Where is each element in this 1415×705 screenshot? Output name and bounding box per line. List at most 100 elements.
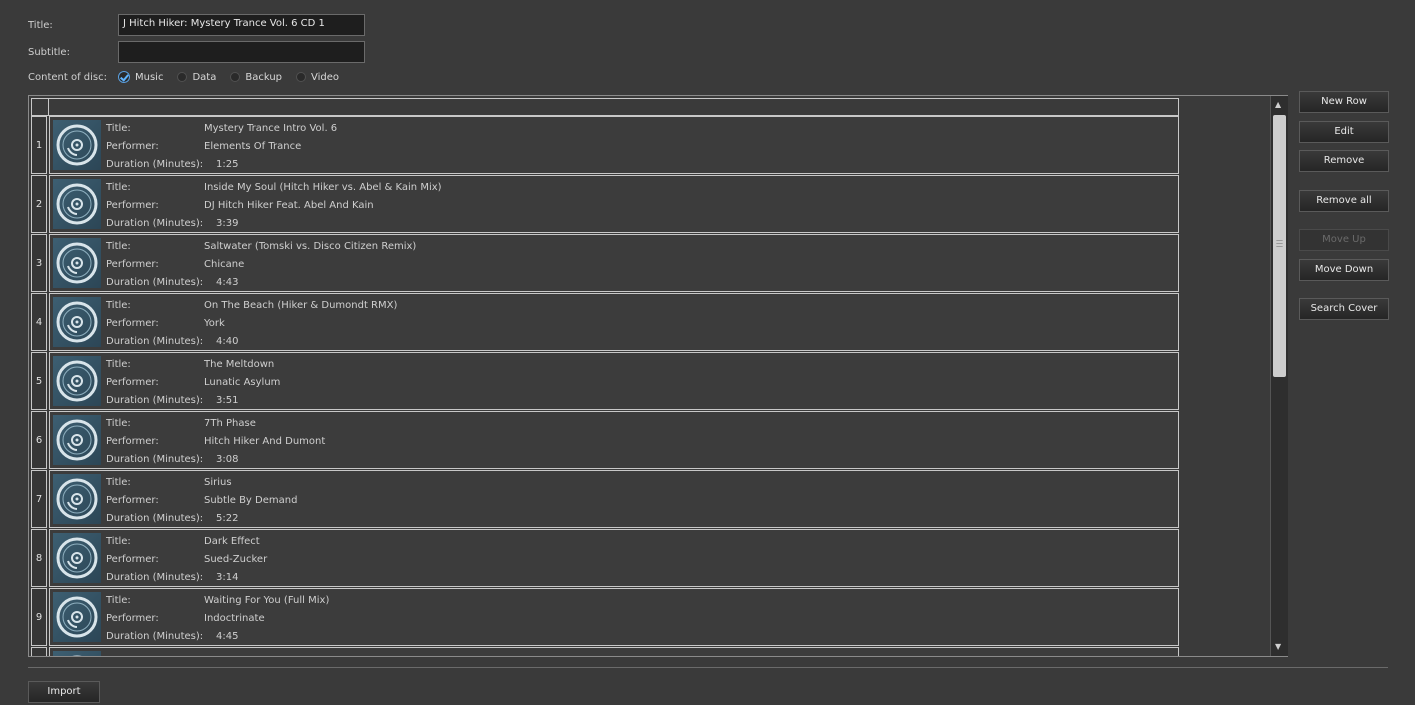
cd-disc-icon <box>53 297 101 347</box>
row-number: 9 <box>31 588 47 646</box>
cd-disc-icon <box>53 474 101 524</box>
track-cell[interactable]: Title: Performer: Duration (Minutes): On Th… <box>49 293 1179 351</box>
subtitle-label: Subtitle: <box>28 47 70 58</box>
subtitle-input[interactable] <box>118 41 365 63</box>
table-row[interactable]: 9 Title: Performer: Duration (Minutes): Wait… <box>31 588 1179 647</box>
move-up-button[interactable]: Move Up <box>1299 229 1389 251</box>
content-of-disc-label: Content of disc: <box>28 72 107 83</box>
track-title: Inside My Soul (Hitch Hiker vs. Abel & K… <box>204 182 442 193</box>
track-title-label: Title: <box>106 359 131 370</box>
track-title-label: Title: <box>106 418 131 429</box>
track-cell[interactable]: Title: Performer: Duration (Minutes): Dark … <box>49 529 1179 587</box>
track-cell[interactable]: Title: Performer: Duration (Minutes): The M… <box>49 352 1179 410</box>
table-row[interactable]: 3 Title: Performer: Duration (Minutes): Salt… <box>31 234 1179 293</box>
row-number: 4 <box>31 293 47 351</box>
remove-button[interactable]: Remove <box>1299 150 1389 172</box>
content-type-radio-group: Music Data Backup Video <box>118 71 339 83</box>
track-cell[interactable] <box>49 647 1179 656</box>
track-list: 1 Title: Performer: Duration (Minutes): Myst… <box>31 116 1179 656</box>
track-cell[interactable]: Title: Performer: Duration (Minutes): Saltw… <box>49 234 1179 292</box>
track-performer: Subtle By Demand <box>204 495 298 506</box>
unchecked-radio-icon <box>177 72 188 82</box>
radio-music[interactable]: Music <box>118 71 163 83</box>
track-duration-label: Duration (Minutes): <box>106 395 204 406</box>
search-cover-button[interactable]: Search Cover <box>1299 298 1389 320</box>
cd-disc-icon <box>53 651 101 656</box>
checked-radio-icon <box>118 71 130 83</box>
table-row[interactable]: 1 Title: Performer: Duration (Minutes): Myst… <box>31 116 1179 175</box>
table-row[interactable]: 7 Title: Performer: Duration (Minutes): Siri… <box>31 470 1179 529</box>
edit-button[interactable]: Edit <box>1299 121 1389 143</box>
scrollbar-thumb[interactable]: — — — <box>1273 115 1286 377</box>
title-input[interactable]: J Hitch Hiker: Mystery Trance Vol. 6 CD … <box>118 14 365 36</box>
row-number: 3 <box>31 234 47 292</box>
remove-all-button[interactable]: Remove all <box>1299 190 1389 212</box>
row-number: 5 <box>31 352 47 410</box>
track-duration: 3:14 <box>216 572 239 583</box>
table-row[interactable]: 5 Title: Performer: Duration (Minutes): The … <box>31 352 1179 411</box>
radio-backup-label: Backup <box>245 71 282 83</box>
scroll-down-arrow-icon[interactable]: ▼ <box>1275 642 1281 651</box>
track-performer-label: Performer: <box>106 436 159 447</box>
track-duration-label: Duration (Minutes): <box>106 454 204 465</box>
move-down-button[interactable]: Move Down <box>1299 259 1389 281</box>
track-title-label: Title: <box>106 182 131 193</box>
radio-video-label: Video <box>311 71 340 83</box>
track-title: 7Th Phase <box>204 418 256 429</box>
track-cell[interactable]: Title: Performer: Duration (Minutes): 7Th P… <box>49 411 1179 469</box>
track-duration: 3:39 <box>216 218 239 229</box>
track-table-scrollbar[interactable]: ▲ — — — ▼ <box>1270 96 1288 656</box>
track-duration-label: Duration (Minutes): <box>106 572 204 583</box>
table-row[interactable]: 2 Title: Performer: Duration (Minutes): Insi… <box>31 175 1179 234</box>
table-row[interactable]: 6 Title: Performer: Duration (Minutes): 7Th … <box>31 411 1179 470</box>
track-performer-label: Performer: <box>106 259 159 270</box>
radio-video[interactable]: Video <box>296 72 339 83</box>
row-number <box>31 647 47 656</box>
cd-disc-icon <box>53 533 101 583</box>
track-duration: 4:45 <box>216 631 239 642</box>
table-row[interactable]: 8 Title: Performer: Duration (Minutes): Dark… <box>31 529 1179 588</box>
radio-backup[interactable]: Backup <box>230 72 282 83</box>
table-corner-header <box>31 98 49 116</box>
row-number: 1 <box>31 116 47 174</box>
track-duration: 4:43 <box>216 277 239 288</box>
track-performer-label: Performer: <box>106 318 159 329</box>
table-header <box>49 98 1179 116</box>
track-title-label: Title: <box>106 477 131 488</box>
track-title-label: Title: <box>106 595 131 606</box>
track-title: Waiting For You (Full Mix) <box>204 595 330 606</box>
track-table: 1 Title: Performer: Duration (Minutes): Myst… <box>28 95 1288 657</box>
import-button[interactable]: Import <box>28 681 100 703</box>
scroll-up-arrow-icon[interactable]: ▲ <box>1275 100 1281 109</box>
title-label: Title: <box>28 20 53 31</box>
track-performer: Indoctrinate <box>204 613 265 624</box>
track-title: The Meltdown <box>204 359 275 370</box>
grip-icon: — — — <box>1276 236 1283 250</box>
table-row-partial[interactable] <box>31 647 1179 656</box>
cd-disc-icon <box>53 179 101 229</box>
track-cell[interactable]: Title: Performer: Duration (Minutes): Insid… <box>49 175 1179 233</box>
row-number: 7 <box>31 470 47 528</box>
track-duration: 4:40 <box>216 336 239 347</box>
track-performer: Lunatic Asylum <box>204 377 281 388</box>
track-cell[interactable]: Title: Performer: Duration (Minutes): Myste… <box>49 116 1179 174</box>
track-performer: Chicane <box>204 259 245 270</box>
track-cell[interactable]: Title: Performer: Duration (Minutes): Waiti… <box>49 588 1179 646</box>
track-title: Saltwater (Tomski vs. Disco Citizen Remi… <box>204 241 417 252</box>
radio-music-label: Music <box>135 71 164 83</box>
row-number: 2 <box>31 175 47 233</box>
cd-disc-icon <box>53 592 101 642</box>
table-row[interactable]: 4 Title: Performer: Duration (Minutes): On T… <box>31 293 1179 352</box>
new-row-button[interactable]: New Row <box>1299 91 1389 113</box>
track-performer-label: Performer: <box>106 200 159 211</box>
track-performer: Sued-Zucker <box>204 554 268 565</box>
track-title: Sirius <box>204 477 232 488</box>
track-performer-label: Performer: <box>106 554 159 565</box>
radio-data[interactable]: Data <box>177 72 216 83</box>
track-duration: 5:22 <box>216 513 239 524</box>
track-duration-label: Duration (Minutes): <box>106 159 204 170</box>
radio-data-label: Data <box>192 71 217 83</box>
track-cell[interactable]: Title: Performer: Duration (Minutes): Siriu… <box>49 470 1179 528</box>
unchecked-radio-icon <box>230 72 241 82</box>
track-duration: 3:51 <box>216 395 239 406</box>
